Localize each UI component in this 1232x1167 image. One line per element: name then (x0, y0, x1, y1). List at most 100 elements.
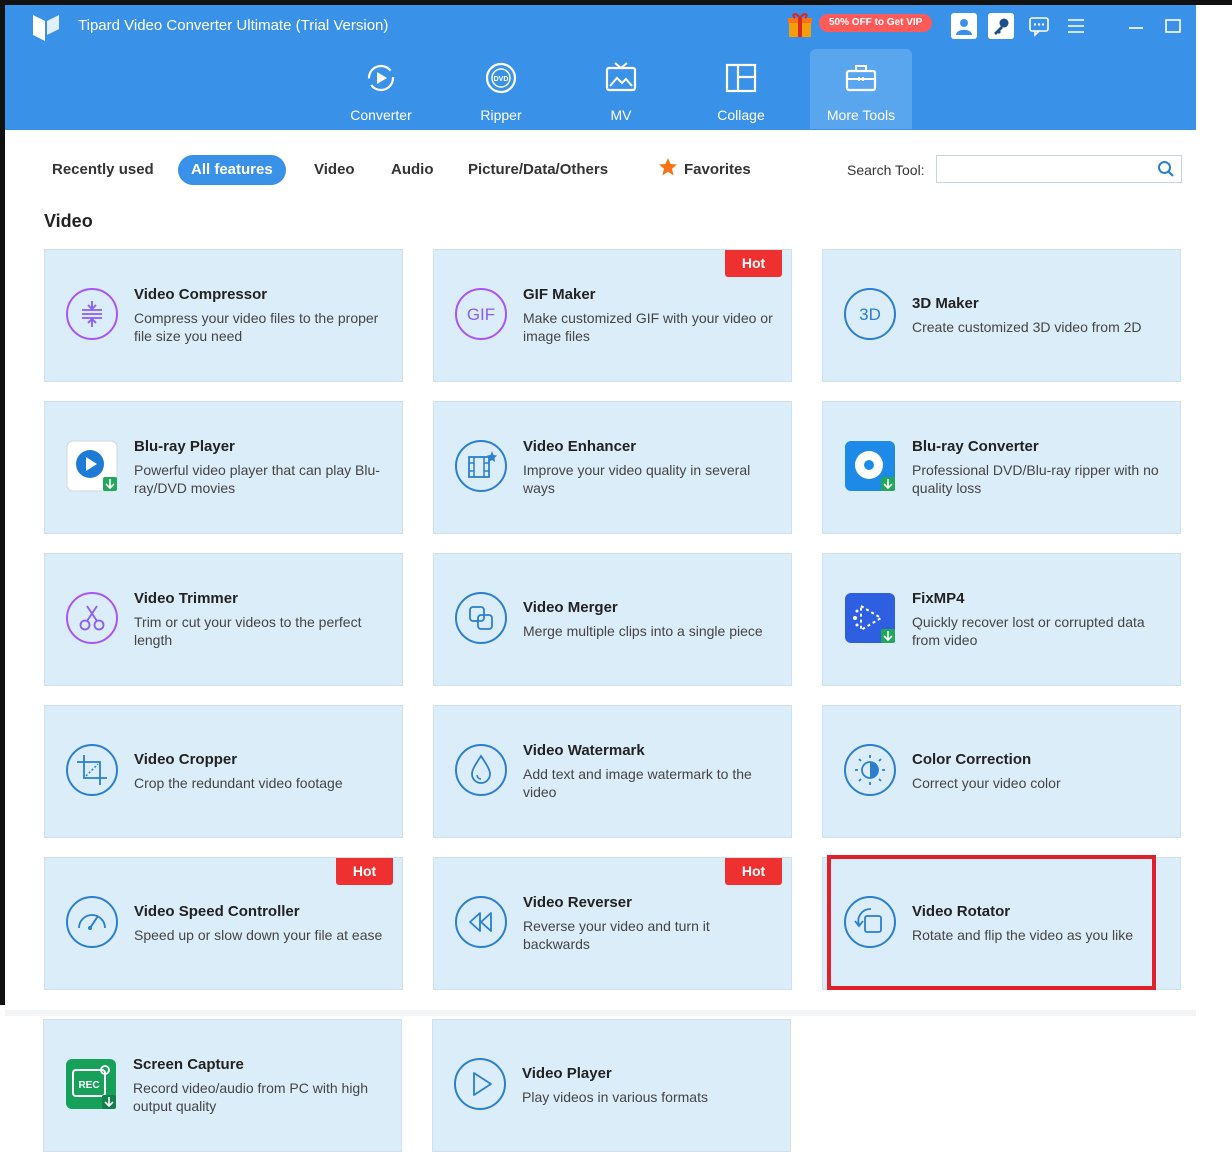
bluray-converter-icon (845, 441, 895, 491)
maximize-icon (1165, 19, 1181, 33)
filter-video[interactable]: Video (314, 155, 355, 185)
star-icon (659, 158, 677, 176)
toolbox-icon (845, 65, 877, 92)
maximize-button[interactable] (1160, 13, 1186, 39)
tool-description: Record video/audio from PC with high out… (133, 1080, 369, 1114)
compress-icon (66, 288, 118, 340)
tool-description: Create customized 3D video from 2D (912, 319, 1142, 335)
feedback-button[interactable] (1026, 13, 1052, 39)
tab-ripper[interactable]: DVD Ripper (450, 49, 552, 129)
tool-card-video-trimmer[interactable]: Video Trimmer Trim or cut your videos to … (44, 553, 403, 686)
tab-label: Converter (350, 107, 412, 123)
tool-name: Blu-ray Player (134, 438, 235, 455)
reverse-icon (455, 896, 507, 948)
filter-recently-used[interactable]: Recently used (52, 155, 154, 185)
tool-description: Professional DVD/Blu-ray ripper with no … (912, 462, 1159, 496)
filter-bar: Recently used All features Video Audio P… (5, 155, 1196, 189)
tool-card-video-player[interactable]: Video Player Play videos in various forma… (432, 1019, 791, 1152)
tab-label: More Tools (826, 107, 896, 123)
user-account-button[interactable] (951, 13, 977, 39)
tool-name: Video Player (522, 1065, 612, 1082)
app-logo-icon (33, 15, 59, 41)
tool-name: Video Compressor (134, 286, 268, 303)
tool-card-color-correction[interactable]: Color Correction Correct your video color (822, 705, 1181, 838)
tool-description: Play videos in various formats (522, 1089, 708, 1105)
tool-card-blu-ray-player[interactable]: Blu-ray Player Powerful video player that… (44, 401, 403, 534)
tab-more-tools[interactable]: More Tools (810, 49, 912, 129)
minimize-icon (1129, 27, 1143, 29)
tool-card-video-speed-controller[interactable]: Hot Video Speed Controller Speed up or sl… (44, 857, 403, 990)
tool-name: FixMP4 (912, 590, 965, 607)
tool-name: Video Cropper (134, 751, 238, 768)
tab-collage[interactable]: Collage (690, 49, 792, 129)
search-input[interactable] (936, 155, 1182, 183)
search-label: Search Tool: (847, 162, 925, 178)
minimize-button[interactable] (1123, 13, 1149, 39)
tool-card-video-merger[interactable]: Video Merger Merge multiple clips into a … (433, 553, 792, 686)
menu-button[interactable] (1063, 13, 1089, 39)
tool-description: Merge multiple clips into a single piece (523, 623, 763, 639)
chat-icon (1029, 17, 1049, 37)
gif-icon: GIF (455, 288, 507, 340)
tool-card-screen-capture[interactable]: REC Screen Capture Record video/audio fro… (43, 1019, 402, 1152)
filter-picture-data-others[interactable]: Picture/Data/Others (468, 155, 608, 185)
tool-name: Video Enhancer (523, 438, 637, 455)
tab-mv[interactable]: MV (570, 49, 672, 129)
screen-capture-icon: REC (66, 1059, 116, 1109)
dvd-icon: DVD (485, 62, 517, 94)
tool-description: Improve your video quality in several wa… (523, 462, 751, 496)
tool-name: Video Speed Controller (134, 903, 300, 920)
speed-icon (66, 896, 118, 948)
filter-audio[interactable]: Audio (391, 155, 434, 185)
tool-description: Add text and image watermark to the vide… (523, 766, 752, 800)
merge-icon (455, 592, 507, 644)
svg-text:3D: 3D (859, 305, 881, 324)
tab-converter[interactable]: Converter (330, 49, 432, 129)
app-title: Tipard Video Converter Ultimate (Trial V… (78, 17, 389, 34)
tool-name: Video Watermark (523, 742, 645, 759)
tool-name: Screen Capture (133, 1056, 244, 1073)
svg-text:DVD: DVD (494, 76, 509, 83)
tool-name: GIF Maker (523, 286, 596, 303)
gift-icon (788, 13, 812, 37)
scissors-icon (66, 592, 118, 644)
tool-name: Color Correction (912, 751, 1032, 768)
crop-icon (66, 744, 118, 796)
tool-name: Video Reverser (523, 894, 632, 911)
tool-card-blu-ray-converter[interactable]: Blu-ray Converter Professional DVD/Blu-ra… (822, 401, 1181, 534)
tool-card-video-cropper[interactable]: Video Cropper Crop the redundant video fo… (44, 705, 403, 838)
register-button[interactable] (988, 13, 1014, 39)
tool-description: Quickly recover lost or corrupted data f… (912, 614, 1145, 648)
tool-card-video-enhancer[interactable]: Video Enhancer Improve your video quality… (433, 401, 792, 534)
bluray-player-icon (66, 440, 118, 492)
tool-description: Make customized GIF with your video or i… (523, 310, 773, 344)
tool-card-video-reverser[interactable]: Hot Video Reverser Reverse your video and… (433, 857, 792, 990)
enhancer-icon (455, 440, 507, 492)
tool-description: Reverse your video and turn it backwards (523, 918, 710, 952)
app-window: Tipard Video Converter Ultimate (Trial V… (5, 5, 1196, 1167)
key-icon (994, 18, 1009, 35)
mv-icon (605, 62, 637, 92)
search-icon[interactable] (1157, 160, 1175, 178)
tool-description: Powerful video player that can play Blu-… (134, 462, 380, 496)
tool-card-video-watermark[interactable]: Video Watermark Add text and image waterm… (433, 705, 792, 838)
filter-favorites[interactable]: Favorites (658, 155, 751, 185)
tool-card-3d-maker[interactable]: 3D 3D Maker Create customized 3D video fr… (822, 249, 1181, 382)
promo-label: 50% OFF to Get VIP (819, 14, 933, 32)
play-icon (454, 1058, 506, 1110)
svg-text:REC: REC (78, 1080, 99, 1091)
tool-description: Correct your video color (912, 775, 1061, 791)
section-title: Video (44, 211, 93, 231)
tool-card-video-compressor[interactable]: Video Compressor Compress your video file… (44, 249, 403, 382)
filter-favorites-label: Favorites (684, 161, 751, 178)
tool-card-fixmp4[interactable]: FixMP4 Quickly recover lost or corrupted … (822, 553, 1181, 686)
tool-card-gif-maker[interactable]: Hot GIF GIF Maker Make customized GIF wit… (433, 249, 792, 382)
color-correction-icon (844, 744, 896, 796)
tool-name: Blu-ray Converter (912, 438, 1039, 455)
tool-description: Trim or cut your videos to the perfect l… (134, 614, 362, 648)
tab-label: MV (610, 107, 632, 123)
fixmp4-icon (845, 593, 895, 643)
user-icon (956, 19, 972, 35)
filter-all-features[interactable]: All features (178, 155, 286, 185)
tool-name: Video Trimmer (134, 590, 238, 607)
